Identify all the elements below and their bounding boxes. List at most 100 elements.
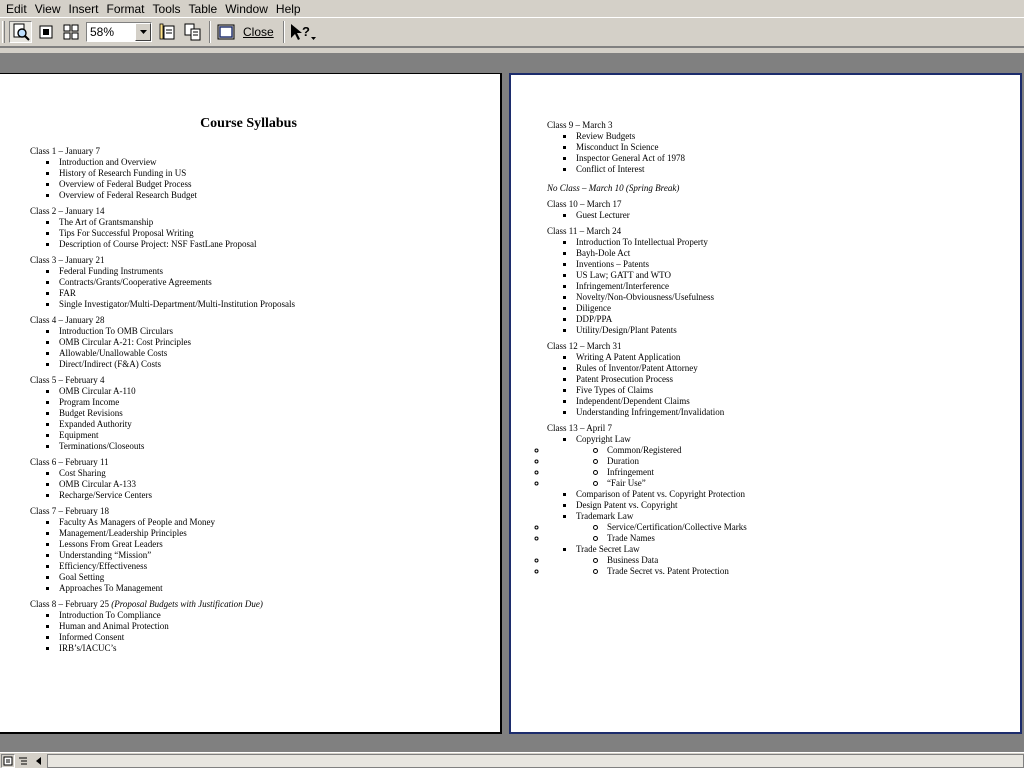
topic-item-text: Trademark Law (576, 511, 634, 521)
topic-list: Cost Sharing OMB Circular A-133 Recharge/S… (30, 468, 500, 501)
zoom-value: 58% (90, 25, 115, 39)
preview-page-1[interactable]: Course Syllabus Class 1 – January 7 Intro… (0, 73, 502, 734)
topic-item: DDP/PPA (547, 314, 1020, 325)
topic-item: Approaches To Management (30, 583, 500, 594)
class-heading: Class 7 – February 18 (30, 506, 500, 517)
class-heading: Class 12 – March 31 (547, 341, 1020, 352)
topic-item: Tips For Successful Proposal Writing (30, 228, 500, 239)
topic-item: FAR (30, 288, 500, 299)
topic-item: Introduction To Compliance (30, 610, 500, 621)
subtopic-item: Service/Certification/Collective Marks (547, 522, 1020, 533)
class-heading-text: Class 3 – January 21 (30, 255, 105, 265)
topic-item: Allowable/Unallowable Costs (30, 348, 500, 359)
class-heading-text: Class 8 – February 25 (30, 599, 112, 609)
topic-item: Rules of Inventor/Patent Attorney (547, 363, 1020, 374)
topic-item: IRB’s/IACUC’s (30, 643, 500, 654)
topic-item: Budget Revisions (30, 408, 500, 419)
topic-item: Patent Prosecution Process (547, 374, 1020, 385)
topic-list: Introduction To OMB Circulars OMB Circula… (30, 326, 500, 370)
print-preview-toolbar: 58% Close ? (0, 17, 1024, 47)
outline-view-button[interactable] (16, 754, 30, 768)
topic-item: Diligence (547, 303, 1020, 314)
subtopic-item: “Fair Use” (547, 478, 1020, 489)
menu-edit[interactable]: Edit (2, 1, 31, 17)
topic-item: Equipment (30, 430, 500, 441)
topic-item: Copyright LawCommon/RegisteredDurationIn… (547, 434, 1020, 489)
class-heading-note: (Proposal Budgets with Justification Due… (111, 599, 263, 609)
class-heading-text: Class 2 – January 14 (30, 206, 105, 216)
topic-item: Terminations/Closeouts (30, 441, 500, 452)
one-page-button[interactable] (34, 21, 57, 43)
full-screen-button[interactable] (214, 21, 237, 43)
arrow-left-icon (36, 756, 41, 765)
outline-view-icon (19, 757, 27, 764)
subtopic-item: Business Data (547, 555, 1020, 566)
topic-list: Faculty As Managers of People and Money M… (30, 517, 500, 594)
class-heading: Class 13 – April 7 (547, 423, 1020, 434)
topic-item: Federal Funding Instruments (30, 266, 500, 277)
class-heading: Class 2 – January 14 (30, 206, 500, 217)
multiple-pages-button[interactable] (59, 21, 82, 43)
zoom-select[interactable]: 58% (86, 22, 152, 42)
topic-item: Five Types of Claims (547, 385, 1020, 396)
class-heading-text: Class 6 – February 11 (30, 457, 109, 467)
topic-list: OMB Circular A-110 Program Income Budget R… (30, 386, 500, 452)
topic-item: Efficiency/Effectiveness (30, 561, 500, 572)
document-title: Course Syllabus (200, 116, 297, 131)
menu-help[interactable]: Help (272, 1, 305, 17)
topic-item: Faculty As Managers of People and Money (30, 517, 500, 528)
menu-tools[interactable]: Tools (149, 1, 185, 17)
svg-text:?: ? (302, 24, 310, 39)
close-preview-button[interactable]: Close (239, 21, 278, 43)
magnifier-button[interactable] (9, 21, 32, 43)
topic-item: OMB Circular A-21: Cost Principles (30, 337, 500, 348)
class-heading-text: Class 1 – January 7 (30, 146, 100, 156)
chevron-down-icon (139, 30, 147, 34)
normal-view-button[interactable] (1, 753, 15, 768)
close-label: Close (243, 25, 274, 39)
topic-list: Copyright LawCommon/RegisteredDurationIn… (547, 434, 1020, 577)
topic-item: Direct/Indirect (F&A) Costs (30, 359, 500, 370)
topic-item: OMB Circular A-110 (30, 386, 500, 397)
class-heading: Class 1 – January 7 (30, 146, 500, 157)
topic-item: Guest Lecturer (547, 210, 1020, 221)
zoom-dropdown-button[interactable] (135, 23, 151, 41)
class-heading-text: Class 10 – March 17 (547, 199, 622, 209)
menu-insert[interactable]: Insert (64, 1, 102, 17)
class-heading-text: Class 5 – February 4 (30, 375, 105, 385)
subtopic-item: Trade Names (547, 533, 1020, 544)
full-screen-icon (217, 24, 234, 40)
class-heading-text: Class 4 – January 28 (30, 315, 105, 325)
class-heading-text: Class 11 – March 24 (547, 226, 622, 236)
topic-item-text: Trade Secret Law (576, 544, 640, 554)
horizontal-scrollbar[interactable] (47, 753, 1024, 768)
topic-list: Guest Lecturer (547, 210, 1020, 221)
normal-view-icon (3, 756, 13, 765)
topic-item: The Art of Grantsmanship (30, 217, 500, 228)
view-ruler-button[interactable] (156, 21, 179, 43)
topic-item: Human and Animal Protection (30, 621, 500, 632)
preview-page-2[interactable]: Class 9 – March 3 Review Budgets Misconduc… (509, 73, 1022, 734)
shrink-to-fit-button[interactable] (181, 21, 204, 43)
class-heading: Class 10 – March 17 (547, 199, 1020, 210)
scroll-left-button[interactable] (31, 754, 45, 768)
topic-item-text: Copyright Law (576, 434, 631, 444)
topic-list: The Art of Grantsmanship Tips For Success… (30, 217, 500, 250)
view-ruler-icon (159, 23, 174, 40)
topic-item: Trademark LawService/Certification/Colle… (547, 511, 1020, 544)
topic-list: Writing A Patent Application Rules of Inv… (547, 352, 1020, 418)
topic-list: Introduction and Overview History of Rese… (30, 157, 500, 201)
subtopic-item: Duration (547, 456, 1020, 467)
topic-item: Contracts/Grants/Cooperative Agreements (30, 277, 500, 288)
menu-window[interactable]: Window (221, 1, 272, 17)
menu-format[interactable]: Format (103, 1, 149, 17)
subtopic-item: Infringement (547, 467, 1020, 478)
menu-table[interactable]: Table (185, 1, 222, 17)
context-help-button[interactable]: ? (288, 21, 318, 43)
menu-view[interactable]: View (31, 1, 65, 17)
topic-item: Review Budgets (547, 131, 1020, 142)
class-heading-text: Class 13 – April 7 (547, 423, 613, 433)
toolbar-grip[interactable] (2, 21, 5, 43)
topic-list: Introduction To Intellectual Property Bay… (547, 237, 1020, 336)
topic-item: Cost Sharing (30, 468, 500, 479)
